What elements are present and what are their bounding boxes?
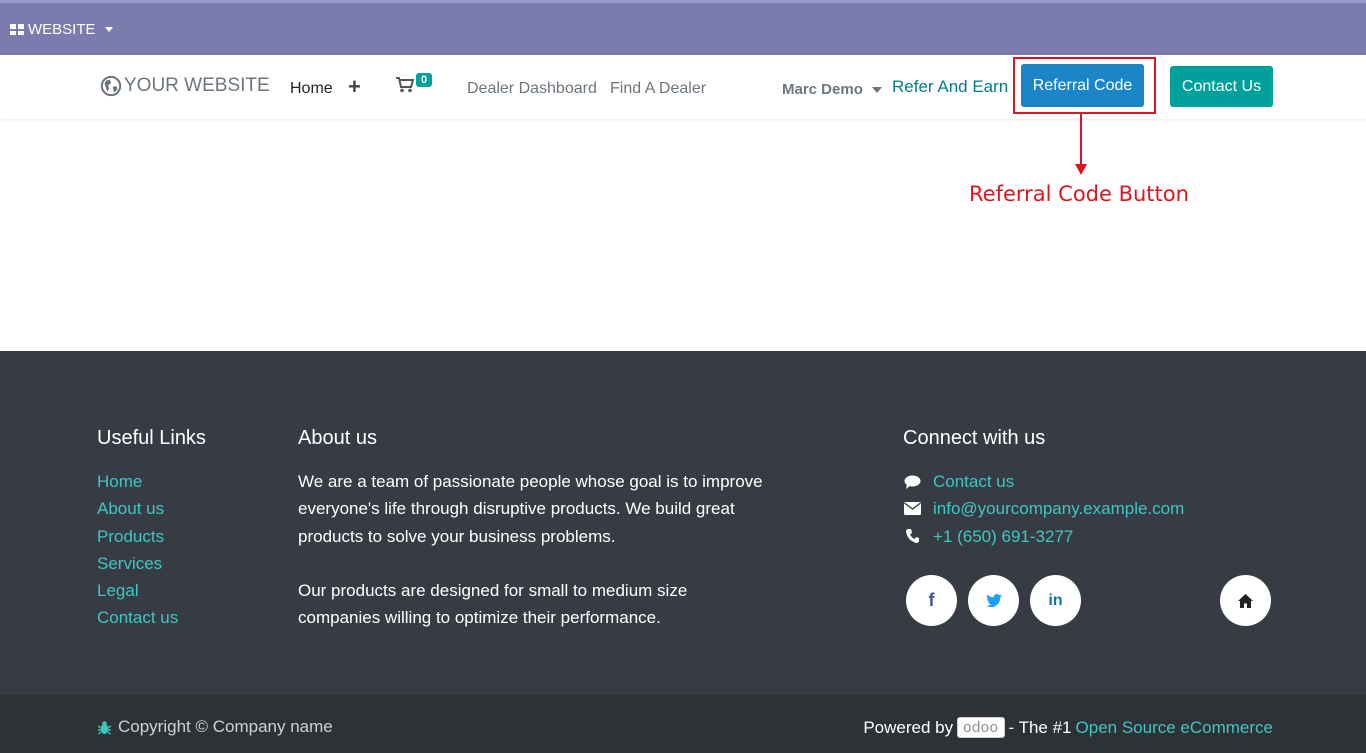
nav-find-a-dealer[interactable]: Find A Dealer [610, 80, 706, 98]
odoo-logo[interactable]: odoo [957, 717, 1005, 738]
about-line: Our products are designed for small to m… [298, 581, 688, 601]
twitter-bird-icon [985, 594, 1002, 607]
connect-contact-row: Contact us [903, 468, 1184, 495]
linkedin-icon[interactable]: in [1030, 575, 1081, 626]
caret-down-icon [871, 86, 882, 93]
annotation-arrow-head [1075, 164, 1087, 175]
connect-list: Contact us info@yourcompany.example.com … [903, 468, 1184, 550]
house-icon [1238, 593, 1253, 608]
caret-down-icon [104, 27, 113, 32]
user-name: Marc Demo [782, 81, 863, 98]
powered-by-text: Powered by [863, 717, 954, 737]
connect-phone-row: +1 (650) 691-3277 [903, 523, 1184, 550]
connect-contact-link[interactable]: Contact us [933, 468, 1014, 495]
copyright-text: Copyright © Company name [118, 717, 333, 736]
apps-grid-icon [10, 24, 24, 35]
website-menu[interactable]: WEBSITE [10, 21, 113, 38]
about-text: We are a team of passionate people whose… [298, 468, 778, 632]
cart-count-badge: 0 [416, 73, 433, 87]
useful-links-heading: Useful Links [97, 427, 206, 449]
envelope-icon [903, 502, 921, 516]
about-line: We are a team of passionate people whose… [298, 472, 763, 491]
about-line: companies willing to optimize their perf… [298, 608, 661, 628]
open-source-ecommerce-link[interactable]: Open Source eCommerce [1076, 718, 1273, 738]
copyright: Copyright © Company name [97, 717, 333, 737]
site-logo[interactable]: YOUR WEBSITE [100, 75, 270, 97]
website-menu-label: WEBSITE [28, 21, 96, 38]
annotation-highlight-box [1013, 57, 1156, 114]
twitter-icon[interactable] [968, 575, 1019, 626]
globe-icon [100, 75, 122, 97]
the-1-text: - The #1 [1008, 717, 1072, 737]
about-line: everyone's life through disruptive produ… [298, 499, 735, 519]
home-icon[interactable] [1220, 575, 1271, 626]
annotation-arrow-line [1080, 114, 1082, 166]
phone-icon [903, 529, 921, 544]
footer-link-services[interactable]: Services [97, 550, 178, 577]
comment-icon [903, 475, 921, 489]
powered-by: Powered by odoo - The #1 Open Source eCo… [863, 717, 1273, 738]
shopping-cart-icon [396, 77, 415, 93]
main-navbar: YOUR WEBSITE Home + 0 Dealer Dashboard F… [0, 55, 1366, 119]
contact-us-button[interactable]: Contact Us [1170, 66, 1273, 107]
footer-link-contact[interactable]: Contact us [97, 604, 178, 631]
about-spacer [298, 550, 778, 577]
logo-text: YOUR WEBSITE [124, 75, 270, 96]
connect-heading: Connect with us [903, 427, 1046, 449]
add-page-icon[interactable]: + [348, 74, 361, 100]
connect-email-link[interactable]: info@yourcompany.example.com [933, 495, 1184, 522]
admin-bar: WEBSITE [0, 0, 1366, 55]
connect-email-row: info@yourcompany.example.com [903, 495, 1184, 522]
nav-dealer-dashboard[interactable]: Dealer Dashboard [467, 80, 597, 98]
nav-home[interactable]: Home [290, 80, 333, 98]
about-line: products to solve your business problems… [298, 526, 616, 546]
cart-icon[interactable] [396, 77, 415, 98]
footer-link-products[interactable]: Products [97, 523, 178, 550]
facebook-icon[interactable]: f [906, 575, 957, 626]
footer-link-home[interactable]: Home [97, 468, 178, 495]
connect-phone-link[interactable]: +1 (650) 691-3277 [933, 523, 1073, 550]
useful-links-list: Home About us Products Services Legal Co… [97, 468, 178, 632]
about-heading: About us [298, 427, 377, 449]
annotation-label: Referral Code Button [969, 182, 1189, 206]
nav-refer-and-earn[interactable]: Refer And Earn [892, 77, 1008, 97]
footer-link-legal[interactable]: Legal [97, 577, 178, 604]
bug-icon [97, 720, 112, 735]
user-menu[interactable]: Marc Demo [782, 81, 882, 98]
footer-link-about[interactable]: About us [97, 495, 178, 522]
